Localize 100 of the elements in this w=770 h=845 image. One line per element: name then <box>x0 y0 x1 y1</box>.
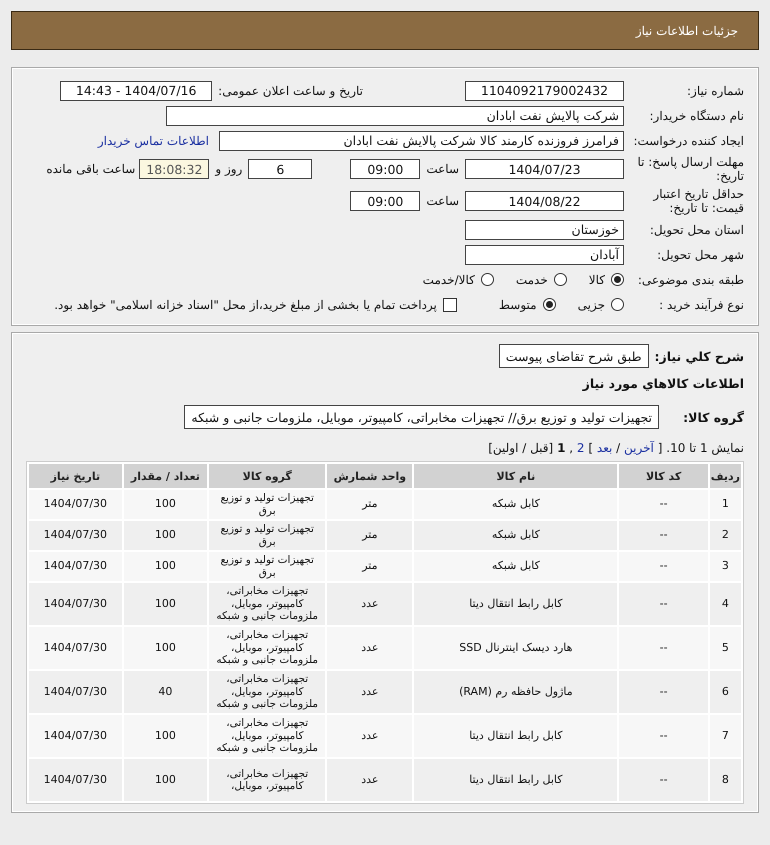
group-field: تجهیزات تولید و توزیع برق// تجهیزات مخابراتی، کامپیوتر، موبایل، ملزومات جانبی و شبکه <box>184 405 659 429</box>
buyer-contact-link[interactable]: اطلاعات تماس خریدار <box>98 134 209 148</box>
remaining-time-field: 18:08:32 <box>139 159 210 179</box>
treasury-note: پرداخت تمام یا بخشی از مبلغ خرید،از محل "اسناد خزانه اسلامی" خواهد بود. <box>54 298 437 312</box>
table-cell: کابل رابط انتقال دیتا <box>414 583 618 625</box>
column-header: تعداد / مقدار <box>124 464 207 488</box>
table-cell: 2 <box>710 521 741 550</box>
table-cell: 7 <box>710 715 741 757</box>
table-cell: 1404/07/30 <box>29 490 122 519</box>
radio-button[interactable] <box>542 298 556 311</box>
table-cell: 100 <box>124 521 207 550</box>
days-field: 6 <box>248 159 312 179</box>
table-cell: تجهیزات تولید و توزیع برق <box>209 521 326 550</box>
field-label: گروه کالا: <box>682 410 744 424</box>
table-cell: عدد <box>327 583 412 625</box>
table-cell: هارد دیسک اینترنال SSD <box>414 627 618 669</box>
page-link[interactable]: بعد <box>596 441 612 455</box>
radio-label: کالا <box>588 272 605 286</box>
table-cell: 1404/07/30 <box>29 583 122 625</box>
province-field: خوزستان <box>465 220 624 240</box>
checkbox[interactable] <box>442 298 457 312</box>
table-cell: 1404/07/30 <box>29 521 122 550</box>
validity-time-field: 09:00 <box>350 191 420 211</box>
page-link[interactable]: 2 <box>576 441 585 455</box>
field-label: طبقه بندی موضوعی: <box>636 272 744 286</box>
table-cell: متر <box>327 521 412 550</box>
announce-date-field: 1404/07/16 - 14:43 <box>60 80 212 100</box>
table-cell: -- <box>619 671 708 713</box>
page-title: جزئیات اطلاعات نیاز <box>636 24 738 38</box>
table-cell: -- <box>619 759 708 801</box>
buyer-org-field: شرکت پالایش نفت ابادان <box>166 106 624 126</box>
column-header: نام کالا <box>414 464 618 488</box>
table-cell: 3 <box>710 552 741 581</box>
table-cell: -- <box>619 521 708 550</box>
section-title: اطلاعات کالاهاي مورد نياز <box>582 376 744 390</box>
remaining-label: ساعت باقی مانده <box>46 162 136 176</box>
requester-field: فرامرز فروزنده کارمند کالا شرکت پالایش نفت ابادان <box>219 130 624 150</box>
table-cell: 100 <box>124 759 207 801</box>
field-label: استان محل تحویل: <box>648 222 744 236</box>
radio-button[interactable] <box>554 273 567 286</box>
table-cell: 100 <box>124 583 207 625</box>
field-label: ایجاد کننده درخواست: <box>632 134 744 148</box>
table-cell: کابل شبکه <box>414 521 618 550</box>
column-header: واحد شمارش <box>327 464 412 488</box>
table-cell: 1404/07/30 <box>29 715 122 757</box>
city-field: آبادان <box>465 244 624 264</box>
table-cell: 1 <box>710 490 741 519</box>
description-field: طبق شرح تقاضای پیوست <box>498 344 649 368</box>
field-label: مهلت ارسال پاسخ: تا تاریخ: <box>636 155 744 183</box>
table-cell: 1404/07/30 <box>29 552 122 581</box>
deadline-time-field: 09:00 <box>350 159 420 179</box>
time-label: ساعت <box>426 194 459 208</box>
field-label: تاریخ و ساعت اعلان عمومی: <box>218 84 363 98</box>
table-cell: 6 <box>710 671 741 713</box>
table-cell: 100 <box>124 552 207 581</box>
column-header: گروه کالا <box>209 464 326 488</box>
table-cell: 4 <box>710 583 741 625</box>
table-cell: متر <box>327 490 412 519</box>
field-label: شرح کلي نياز: <box>654 348 744 364</box>
table-cell: 1404/07/30 <box>29 759 122 801</box>
field-label: نام دستگاه خریدار: <box>648 108 744 122</box>
table-cell: -- <box>619 627 708 669</box>
field-label: شماره نیاز: <box>686 84 744 98</box>
table-cell: 40 <box>124 671 207 713</box>
table-cell: تجهیزات مخابراتی، کامپیوتر، موبایل، ملزومات جانبی و شبکه <box>209 583 326 625</box>
table-cell: 100 <box>124 490 207 519</box>
radio-label: جزیی <box>578 298 605 312</box>
radio-button[interactable] <box>480 273 494 286</box>
table-cell: 8 <box>710 759 741 801</box>
table-cell: -- <box>619 552 708 581</box>
radio-label: کالا/خدمت <box>422 272 475 286</box>
column-header: کد کالا <box>619 464 708 488</box>
time-label: ساعت <box>426 162 459 176</box>
table-cell: کابل شبکه <box>414 552 618 581</box>
table-cell: تجهیزات تولید و توزیع برق <box>209 552 326 581</box>
radio-button[interactable] <box>611 273 624 286</box>
table-cell: متر <box>327 552 412 581</box>
table-cell: عدد <box>327 759 412 801</box>
radio-label: خدمت <box>516 272 548 286</box>
column-header: ردیف <box>710 464 741 488</box>
table-cell: تجهیزات مخابراتی، کامپیوتر، موبایل، ملزومات جانبی و شبکه <box>209 715 326 757</box>
table-cell: -- <box>619 583 708 625</box>
radio-button[interactable] <box>611 298 624 311</box>
field-label: نوع فرآیند خرید : <box>658 298 744 312</box>
table-cell: 1404/07/30 <box>29 627 122 669</box>
days-label: روز و <box>215 162 242 176</box>
table-cell: عدد <box>327 671 412 713</box>
table-cell: کابل شبکه <box>414 490 618 519</box>
validity-date-field: 1404/08/22 <box>465 191 624 211</box>
table-cell: -- <box>619 715 708 757</box>
table-cell: کابل رابط انتقال دیتا <box>414 715 618 757</box>
field-label: شهر محل تحویل: <box>656 248 744 262</box>
page-link[interactable]: آخرین <box>624 441 654 455</box>
table-cell: ماژول حافظه رم (RAM) <box>414 671 618 713</box>
table-cell: 5 <box>710 627 741 669</box>
table-cell: تجهیزات مخابراتی، کامپیوتر، موبایل، ملزومات جانبی و شبکه <box>209 671 326 713</box>
table-cell: 100 <box>124 627 207 669</box>
table-cell: عدد <box>327 627 412 669</box>
table-cell: 1404/07/30 <box>29 671 122 713</box>
radio-label: متوسط <box>498 298 537 312</box>
